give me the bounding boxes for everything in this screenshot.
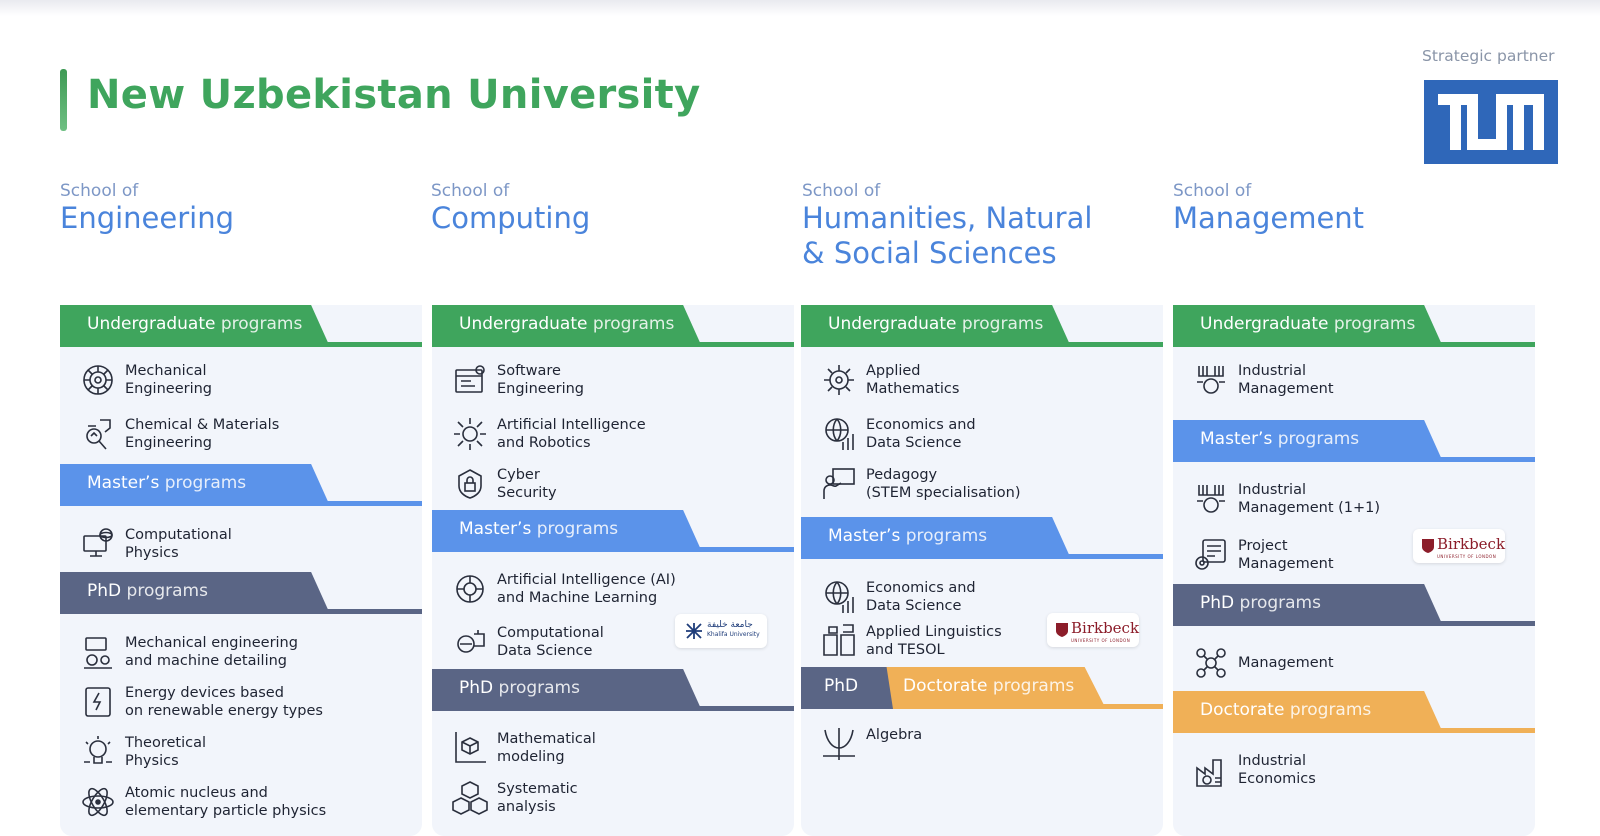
humanities-column: Undergraduate programs Applied Mathemati… [801, 305, 1163, 836]
strategic-partner-label: Strategic partner [1422, 47, 1555, 65]
school-name: Humanities, Natural & Social Sciences [802, 201, 1093, 270]
birkbeck-logo: Birkbeck UNIVERSITY OF LONDON [1047, 613, 1139, 647]
team-network-icon [1196, 648, 1226, 678]
program-item[interactable]: Mathematical modeling [432, 728, 794, 772]
birkbeck-crest-icon [1056, 623, 1068, 637]
undergraduate-band: Undergraduate programs [60, 305, 422, 347]
birkbeck-logo: Birkbeck UNIVERSITY OF LONDON [1413, 529, 1505, 563]
birkbeck-crest-icon [1422, 539, 1434, 553]
factory-money-icon [1196, 759, 1222, 787]
school-name: Management [1173, 201, 1365, 235]
ai-brain-icon [456, 575, 484, 603]
school-name: Computing [431, 201, 591, 235]
parabola-graph-icon [823, 728, 855, 760]
math-gear-icon [824, 365, 854, 395]
title-accent-bar [60, 69, 67, 131]
program-item[interactable]: Energy devices based on renewable energy… [60, 682, 422, 726]
program-item[interactable]: Theoretical Physics [60, 732, 422, 776]
doctorate-band: Doctorate programs [1173, 691, 1535, 733]
globe-chart-icon [825, 581, 854, 613]
undergraduate-band: Undergraduate programs [801, 305, 1163, 347]
masters-band: Master’s programs [801, 517, 1163, 559]
program-item[interactable]: Cyber Security [432, 464, 794, 508]
page-title: New Uzbekistan University [87, 72, 701, 118]
school-of-label: School of [431, 181, 510, 201]
data-network-icon [457, 630, 485, 653]
engineering-column: Undergraduate programs Mechanical Engine… [60, 305, 422, 836]
program-item[interactable]: Algebra [801, 724, 1163, 768]
cubes-icon [452, 781, 488, 815]
masters-band: Master’s programs [1173, 420, 1535, 462]
gear-wheel-icon [83, 365, 113, 395]
program-item[interactable]: Chemical & Materials Engineering [60, 414, 422, 458]
program-item[interactable]: Economics and Data Science [801, 414, 1163, 458]
program-item[interactable]: Industrial Management (1+1) [1173, 479, 1535, 523]
program-item[interactable]: Artificial Intelligence and Robotics [432, 414, 794, 458]
phd-doctorate-band: PhD Doctorate programs [801, 667, 1163, 709]
project-gear-icon [1195, 539, 1226, 570]
lightbulb-icon [84, 736, 112, 764]
school-of-label: School of [1173, 181, 1252, 201]
school-computing-header: School of Computing [431, 181, 590, 236]
program-item[interactable]: Applied Mathematics [801, 360, 1163, 404]
book-language-icon [823, 624, 855, 656]
software-window-icon [455, 365, 485, 393]
model-cube-chart-icon [455, 732, 486, 763]
masters-band: Master’s programs [432, 510, 794, 552]
management-column: Undergraduate programs Industrial Manage… [1173, 305, 1535, 836]
flask-magnifier-icon [86, 419, 111, 450]
program-item[interactable]: Pedagogy (STEM specialisation) [801, 464, 1163, 508]
phd-band: PhD programs [60, 572, 422, 614]
computer-atom-icon [83, 528, 113, 557]
khalifa-university-logo: جامعة خليفة Khalifa University [675, 614, 767, 648]
school-humanities-header: School of Humanities, Natural & Social S… [802, 181, 1092, 271]
undergraduate-band: Undergraduate programs [1173, 305, 1535, 347]
machine-gear-icon [84, 637, 112, 669]
school-of-label: School of [802, 181, 881, 201]
phd-band: PhD programs [1173, 584, 1535, 626]
program-item[interactable]: Management [1173, 643, 1535, 687]
phd-band: PhD programs [432, 669, 794, 711]
program-item[interactable]: Artificial Intelligence (AI) and Machine… [432, 569, 794, 613]
tum-logo [1424, 80, 1558, 164]
factory-gear-icon [1197, 485, 1225, 513]
program-item[interactable]: Mechanical engineering and machine detai… [60, 632, 422, 676]
program-item[interactable]: Atomic nucleus and elementary particle p… [60, 782, 422, 826]
program-item[interactable]: Software Engineering [432, 360, 794, 404]
program-item[interactable]: Mechanical Engineering [60, 360, 422, 404]
security-lock-icon [458, 469, 482, 499]
program-item[interactable]: Industrial Management [1173, 360, 1535, 404]
undergraduate-band: Undergraduate programs [432, 305, 794, 347]
top-shadow [0, 0, 1600, 16]
khalifa-emblem-icon [686, 623, 702, 639]
program-item[interactable]: Systematic analysis [432, 778, 794, 822]
program-item[interactable]: Industrial Economics [1173, 750, 1535, 794]
teacher-board-icon [823, 468, 855, 499]
school-name: Engineering [60, 201, 234, 235]
globe-chart-icon [825, 418, 854, 450]
masters-band: Master’s programs [60, 464, 422, 506]
school-management-header: School of Management [1173, 181, 1364, 236]
atom-icon [82, 787, 114, 817]
school-of-label: School of [60, 181, 139, 201]
ai-chip-icon [454, 418, 486, 450]
school-engineering-header: School of Engineering [60, 181, 234, 236]
program-item[interactable]: Computational Physics [60, 524, 422, 568]
energy-device-icon [85, 687, 111, 717]
computing-column: Undergraduate programs Software Engineer… [432, 305, 794, 836]
factory-gear-icon [1197, 366, 1225, 394]
